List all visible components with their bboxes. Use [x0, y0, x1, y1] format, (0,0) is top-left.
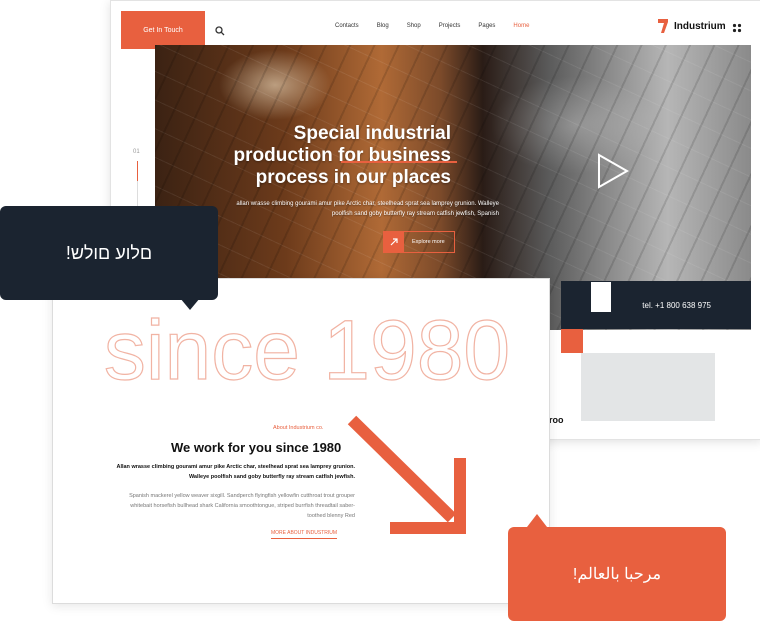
slide-progress-fill [137, 161, 138, 181]
main-nav: Contacts Blog Shop Projects Pages Home [335, 23, 529, 29]
grid-icon[interactable] [732, 23, 742, 33]
header-bar: Get In Touch Contacts Blog Shop Projects… [111, 1, 760, 49]
since-text: since 1980 [104, 303, 510, 397]
arrow-down-right-icon [347, 415, 466, 534]
explore-more-label: Explore more [412, 239, 445, 245]
about-title: We work for you since 1980 [171, 440, 342, 455]
brand-name: Industrium [674, 20, 726, 32]
hero-title-underline [341, 161, 457, 163]
arabic-speech-bubble: !مرحبا بالعالم [508, 527, 726, 621]
play-icon[interactable] [593, 151, 633, 191]
brand[interactable]: Industrium [658, 19, 726, 33]
accent-square [561, 329, 583, 353]
arrow-up-right-icon [384, 232, 404, 252]
explore-more-button[interactable]: Explore more [383, 231, 455, 253]
nav-item-projects[interactable]: Projects [439, 23, 461, 29]
phone-bar: tel. +1 800 638 975 [561, 281, 751, 329]
hero-title: Special industrial production for busine… [233, 123, 451, 188]
arabic-bubble-tail [527, 514, 547, 527]
about-kicker: About Industrium co. [273, 425, 324, 431]
nav-item-home[interactable]: Home [513, 23, 529, 29]
search-icon[interactable] [215, 26, 225, 36]
more-about-link[interactable]: MORE ABOUT INDUSTRIUM [271, 530, 338, 539]
slide-number: 01 [133, 149, 140, 155]
phone-bar-notch [591, 282, 611, 312]
phone-number[interactable]: tel. +1 800 638 975 [642, 301, 711, 310]
grey-block [581, 353, 715, 421]
brand-logo-icon [658, 19, 668, 33]
hero-subtitle: allan wrasse climbing gourami amur pike … [236, 201, 499, 217]
get-in-touch-button[interactable]: Get In Touch [121, 11, 205, 49]
about-body: Spanish mackerel yellow weaver sixgill. … [129, 493, 355, 519]
nav-item-contacts[interactable]: Contacts [335, 23, 359, 29]
partial-heading: roo [549, 415, 564, 425]
nav-item-shop[interactable]: Shop [407, 23, 421, 29]
hebrew-speech-bubble: !םלוע םולש [0, 206, 218, 300]
about-lead: Allan wrasse climbing gourami amur pike … [116, 464, 355, 480]
since-outline-text: since 1980 [103, 302, 511, 397]
hebrew-bubble-tail [180, 298, 200, 310]
nav-item-pages[interactable]: Pages [478, 23, 495, 29]
nav-item-blog[interactable]: Blog [377, 23, 389, 29]
